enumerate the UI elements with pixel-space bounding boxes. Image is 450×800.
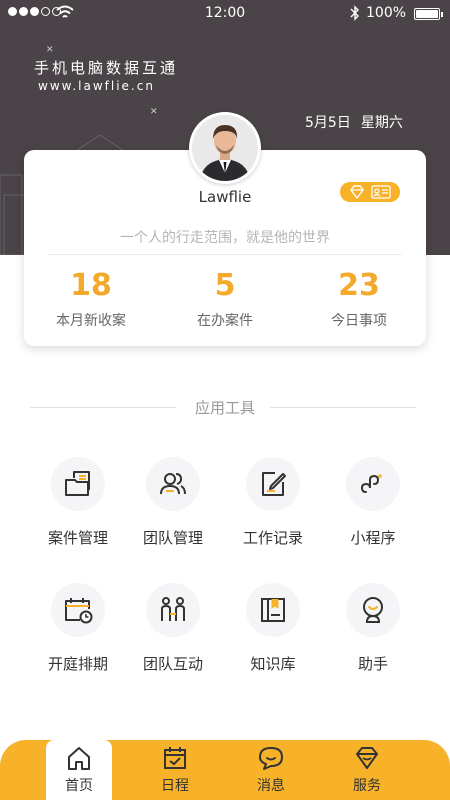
tool-icon-circle <box>346 457 400 511</box>
tool-assistant[interactable]: 助手 <box>323 583 423 674</box>
vip-badge[interactable] <box>340 182 400 202</box>
tab-label: 服务 <box>353 778 381 794</box>
tab-services[interactable]: 服务 <box>334 740 400 800</box>
date-day: 5月5日 <box>305 115 351 131</box>
tool-icon-circle <box>51 457 105 511</box>
avatar[interactable] <box>189 112 261 184</box>
tool-label: 团队管理 <box>142 529 203 547</box>
stat-label: 今日事项 <box>331 313 387 329</box>
mini-program-icon <box>360 474 382 493</box>
bluetooth-icon <box>350 5 359 21</box>
tab-label: 消息 <box>257 778 285 794</box>
tool-label: 案件管理 <box>47 529 108 547</box>
tab-schedule[interactable]: 日程 <box>142 740 208 800</box>
tool-label: 知识库 <box>250 655 296 673</box>
card-divider <box>48 254 402 255</box>
date-weekday: 星期六 <box>360 115 403 131</box>
stat-value: 23 <box>338 268 380 303</box>
tab-label: 日程 <box>161 778 189 794</box>
stat-value: 18 <box>70 268 112 303</box>
book-icon <box>261 598 285 622</box>
message-icon <box>259 747 283 770</box>
avatar-photo <box>192 115 258 181</box>
tool-work-record[interactable]: 工作记录 <box>223 457 323 548</box>
stat-new-cases[interactable]: 18 本月新收案 <box>24 268 158 330</box>
tool-label: 工作记录 <box>242 529 303 547</box>
stat-active-cases[interactable]: 5 在办案件 <box>158 268 292 330</box>
tab-home[interactable]: 首页 <box>46 740 112 800</box>
current-date: 5月5日 星期六 <box>305 112 403 132</box>
tool-knowledge-base[interactable]: 知识库 <box>223 583 323 674</box>
stats-row: 18 本月新收案 5 在办案件 23 今日事项 <box>24 268 426 330</box>
tool-label: 团队互动 <box>142 655 203 673</box>
divider-line <box>270 407 416 408</box>
status-bar: 12:00 100% <box>0 0 450 28</box>
stat-label: 在办案件 <box>197 313 253 329</box>
calendar-clock-icon <box>65 598 93 624</box>
tool-mini-program[interactable]: 小程序 <box>323 457 423 548</box>
tab-label: 首页 <box>65 778 93 794</box>
tool-label: 开庭排期 <box>47 655 108 673</box>
tool-team-management[interactable]: 团队管理 <box>123 457 223 548</box>
tool-team-interaction[interactable]: 团队互动 <box>123 583 223 674</box>
tool-icon-circle <box>146 583 200 637</box>
user-motto: 一个人的行走范围，就是他的世界 <box>120 230 330 246</box>
tools-section-header: 应用工具 <box>0 397 450 417</box>
people-interact-icon <box>161 597 185 621</box>
team-icon <box>160 473 186 495</box>
assistant-icon <box>363 597 383 623</box>
brand-title: 手机电脑数据互通 <box>34 59 179 77</box>
id-card-icon <box>371 185 391 199</box>
tool-icon-circle <box>146 457 200 511</box>
battery-icon <box>414 8 443 20</box>
tool-icon-circle <box>346 583 400 637</box>
tab-messages[interactable]: 消息 <box>238 740 304 800</box>
calendar-check-icon <box>164 747 186 769</box>
tool-label: 助手 <box>357 655 388 673</box>
tool-icon-circle <box>246 583 300 637</box>
tool-icon-circle <box>51 583 105 637</box>
stat-value: 5 <box>214 268 236 303</box>
diamond-icon <box>350 185 364 199</box>
star-decoration: ✕ <box>46 45 54 55</box>
bottom-tab-bar: 首页 日程 消息 服务 <box>0 740 450 800</box>
diamond-service-icon <box>356 747 378 769</box>
stat-today-items[interactable]: 23 今日事项 <box>292 268 426 330</box>
tool-label: 小程序 <box>350 529 396 547</box>
tool-court-schedule[interactable]: 开庭排期 <box>28 583 128 674</box>
folder-files-icon <box>65 471 90 496</box>
home-icon <box>68 747 90 770</box>
brand-url: www.lawflie.cn <box>38 79 155 93</box>
tool-case-management[interactable]: 案件管理 <box>28 457 128 548</box>
tool-icon-circle <box>246 457 300 511</box>
stat-label: 本月新收案 <box>56 313 126 329</box>
edit-note-icon <box>262 472 286 496</box>
battery-percent: 100% <box>366 5 407 21</box>
